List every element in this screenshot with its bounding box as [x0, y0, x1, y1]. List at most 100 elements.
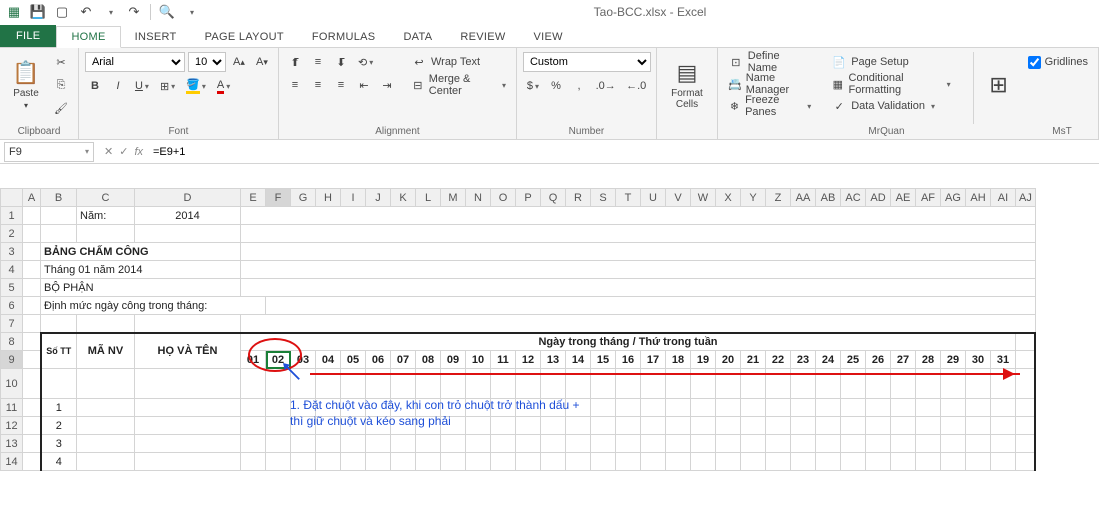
- cell[interactable]: 12: [516, 351, 541, 369]
- align-bottom-button[interactable]: ⬇̄: [331, 52, 351, 72]
- cell[interactable]: 16: [616, 351, 641, 369]
- align-middle-button[interactable]: ≡: [308, 52, 328, 72]
- cell[interactable]: 25: [841, 351, 866, 369]
- cell[interactable]: 29: [941, 351, 966, 369]
- fill-color-button[interactable]: 🪣: [182, 76, 210, 96]
- col-header[interactable]: AI: [991, 189, 1016, 207]
- cell[interactable]: Năm:: [77, 207, 135, 225]
- orientation-button[interactable]: ⟲: [354, 52, 377, 72]
- align-center-button[interactable]: ≡: [308, 75, 328, 95]
- redo-icon[interactable]: ↷: [126, 4, 142, 20]
- shrink-font-button[interactable]: A▾: [252, 52, 272, 72]
- fx-icon[interactable]: fx: [134, 146, 143, 158]
- font-color-button[interactable]: A: [213, 76, 234, 96]
- col-header[interactable]: U: [641, 189, 666, 207]
- tab-insert[interactable]: INSERT: [121, 27, 191, 47]
- gridlines-toggle[interactable]: Gridlines: [1024, 52, 1092, 72]
- italic-button[interactable]: I: [108, 76, 128, 96]
- row-header[interactable]: 6: [1, 297, 23, 315]
- cell[interactable]: BỘ PHẬN: [41, 279, 241, 297]
- undo-dropdown-icon[interactable]: [102, 4, 118, 20]
- cell[interactable]: 14: [566, 351, 591, 369]
- copy-button[interactable]: ⎘: [50, 75, 72, 95]
- col-header[interactable]: Z: [766, 189, 791, 207]
- col-header[interactable]: F: [266, 189, 291, 207]
- font-name-select[interactable]: Arial: [85, 52, 185, 72]
- comma-button[interactable]: ,: [569, 76, 589, 96]
- col-header[interactable]: AB: [816, 189, 841, 207]
- cell[interactable]: 4: [41, 453, 77, 471]
- align-left-button[interactable]: ≡: [285, 75, 305, 95]
- col-header[interactable]: E: [241, 189, 266, 207]
- tab-data[interactable]: DATA: [389, 27, 446, 47]
- col-header[interactable]: G: [291, 189, 316, 207]
- col-header[interactable]: AD: [866, 189, 891, 207]
- col-header[interactable]: AF: [916, 189, 941, 207]
- tab-review[interactable]: REVIEW: [446, 27, 519, 47]
- tab-pagelayout[interactable]: PAGE LAYOUT: [191, 27, 298, 47]
- col-header[interactable]: D: [135, 189, 241, 207]
- wrap-text-button[interactable]: ↩Wrap Text: [407, 52, 510, 72]
- row-header[interactable]: 1: [1, 207, 23, 225]
- row-header[interactable]: 10: [1, 369, 23, 399]
- cell[interactable]: 26: [866, 351, 891, 369]
- cell[interactable]: 2: [41, 417, 77, 435]
- misc-button[interactable]: ⊞: [984, 52, 1014, 118]
- col-header[interactable]: AJ: [1016, 189, 1036, 207]
- format-painter-button[interactable]: 🖌: [50, 98, 72, 118]
- cut-button[interactable]: ✂: [50, 52, 72, 72]
- cell[interactable]: 11: [491, 351, 516, 369]
- cell[interactable]: 08: [416, 351, 441, 369]
- tab-home[interactable]: HOME: [56, 26, 120, 48]
- cell[interactable]: 24: [816, 351, 841, 369]
- row-header[interactable]: 4: [1, 261, 23, 279]
- row-header[interactable]: 2: [1, 225, 23, 243]
- tab-view[interactable]: VIEW: [520, 27, 577, 47]
- font-size-select[interactable]: 10: [188, 52, 226, 72]
- underline-button[interactable]: U: [131, 76, 153, 96]
- page-setup-button[interactable]: 📄Page Setup: [827, 52, 954, 72]
- border-button[interactable]: ⊞: [156, 76, 179, 96]
- cell[interactable]: 13: [541, 351, 566, 369]
- format-cells-button[interactable]: ▤ Format Cells: [663, 52, 711, 118]
- increase-indent-button[interactable]: ⇥: [377, 75, 397, 95]
- align-top-button[interactable]: ⬆̄: [285, 52, 305, 72]
- merge-center-button[interactable]: ⊟Merge & Center: [407, 75, 510, 95]
- data-validation-button[interactable]: ✓Data Validation: [827, 96, 954, 116]
- cond-format-button[interactable]: ▦Conditional Formatting: [827, 74, 954, 94]
- col-header[interactable]: H: [316, 189, 341, 207]
- row-header[interactable]: 3: [1, 243, 23, 261]
- bold-button[interactable]: B: [85, 76, 105, 96]
- cell[interactable]: 3: [41, 435, 77, 453]
- col-header[interactable]: L: [416, 189, 441, 207]
- cell[interactable]: 18: [666, 351, 691, 369]
- col-header[interactable]: Q: [541, 189, 566, 207]
- col-header[interactable]: S: [591, 189, 616, 207]
- cell[interactable]: 20: [716, 351, 741, 369]
- gridlines-checkbox[interactable]: [1028, 56, 1041, 69]
- cell[interactable]: 2014: [135, 207, 241, 225]
- percent-button[interactable]: %: [546, 76, 566, 96]
- number-format-select[interactable]: Custom: [523, 52, 651, 72]
- tab-formulas[interactable]: FORMULAS: [298, 27, 390, 47]
- col-header[interactable]: AG: [941, 189, 966, 207]
- print-preview-icon[interactable]: 🔍: [159, 4, 175, 20]
- col-header[interactable]: AE: [891, 189, 916, 207]
- cell[interactable]: Số TT: [41, 333, 77, 369]
- cell[interactable]: Định mức ngày công trong tháng:: [41, 297, 266, 315]
- decrease-decimal-button[interactable]: ←.0: [622, 76, 650, 96]
- cell[interactable]: 31: [991, 351, 1016, 369]
- col-header[interactable]: M: [441, 189, 466, 207]
- row-header[interactable]: 12: [1, 417, 23, 435]
- paste-button[interactable]: 📋 Paste ▾: [6, 52, 46, 118]
- cell[interactable]: 05: [341, 351, 366, 369]
- row-header[interactable]: 14: [1, 453, 23, 471]
- col-header[interactable]: AH: [966, 189, 991, 207]
- cell[interactable]: 06: [366, 351, 391, 369]
- tab-file[interactable]: FILE: [0, 25, 56, 47]
- row-header[interactable]: 9: [1, 351, 23, 369]
- col-header[interactable]: J: [366, 189, 391, 207]
- col-header[interactable]: B: [41, 189, 77, 207]
- cell[interactable]: HỌ VÀ TÊN: [135, 333, 241, 369]
- col-header[interactable]: N: [466, 189, 491, 207]
